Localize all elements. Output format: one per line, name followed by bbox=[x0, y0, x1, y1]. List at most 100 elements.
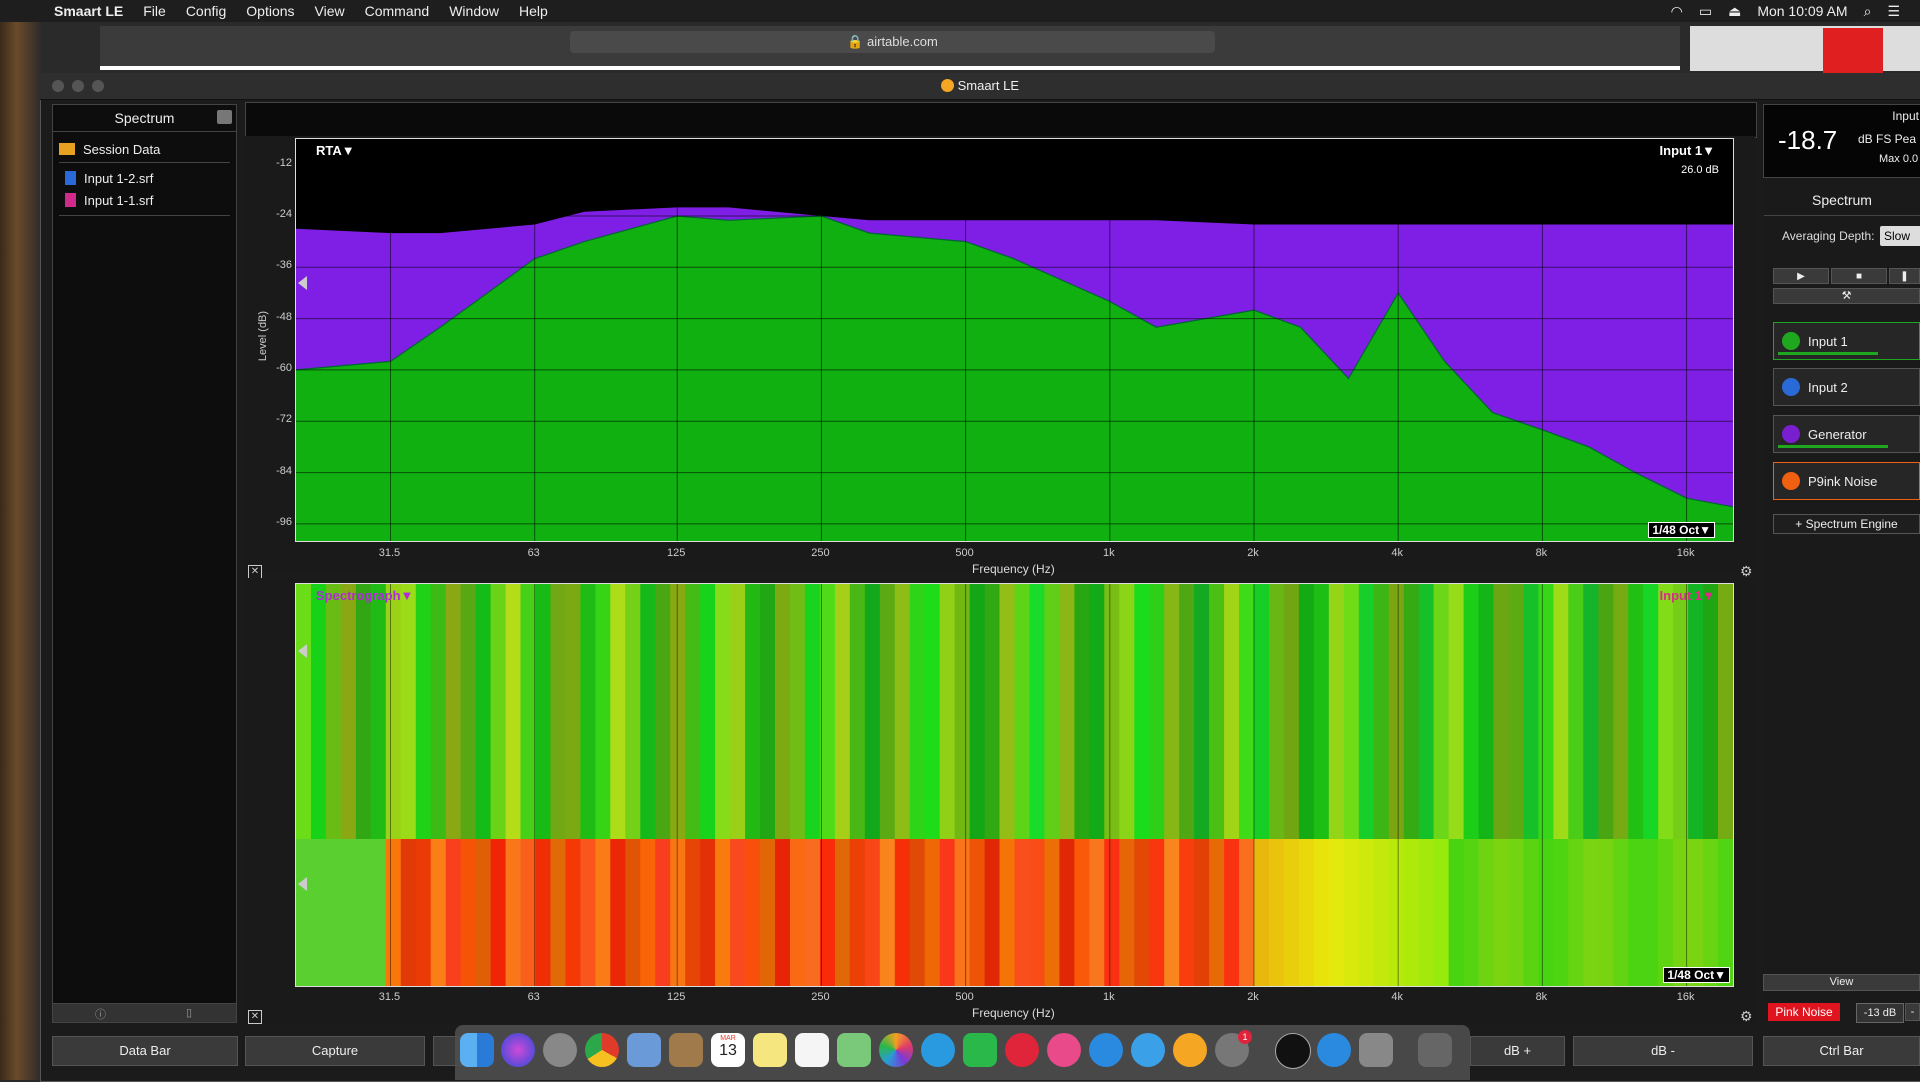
menu-config[interactable]: Config bbox=[186, 3, 226, 19]
eject-icon[interactable]: ⏏ bbox=[1728, 3, 1741, 20]
averaging-depth-select[interactable]: Slow bbox=[1880, 226, 1920, 246]
spectrograph-input-label[interactable]: Input 1▼ bbox=[1660, 588, 1715, 603]
calendar-icon[interactable]: MAR 13 bbox=[711, 1033, 745, 1067]
spectrograph-plot[interactable]: Spectrograph▼ Input 1▼ 1/48 Oct▼ bbox=[295, 583, 1734, 987]
pink-noise-button[interactable]: P9ink Noise bbox=[1773, 462, 1920, 500]
db-minus-button[interactable]: dB - bbox=[1573, 1036, 1753, 1066]
spectrograph-cell-upper bbox=[1448, 584, 1465, 839]
launchpad-icon[interactable] bbox=[543, 1033, 577, 1067]
input-1-button[interactable]: Input 1 bbox=[1773, 322, 1920, 360]
spectrograph-cell-lower bbox=[1224, 839, 1241, 986]
spectrograph-cell-lower bbox=[1134, 839, 1151, 986]
music-icon[interactable] bbox=[1047, 1033, 1081, 1067]
rta-resolution-button[interactable]: 1/48 Oct▼ bbox=[1648, 522, 1715, 538]
menu-window[interactable]: Window bbox=[449, 3, 499, 19]
reminders-icon[interactable] bbox=[795, 1033, 829, 1067]
facetime-icon[interactable] bbox=[963, 1033, 997, 1067]
spectrograph-x-tick-label: 500 bbox=[955, 991, 974, 1003]
notification-center-icon[interactable]: ☰ bbox=[1887, 3, 1900, 20]
level-meter[interactable]: Input -18.7 dB FS Pea Max 0.0 bbox=[1763, 104, 1920, 178]
rta-x-tick-label: 4k bbox=[1391, 547, 1403, 559]
messages-icon[interactable] bbox=[921, 1033, 955, 1067]
trash-icon[interactable]: ▯ bbox=[186, 1006, 192, 1019]
tools-button[interactable]: ⚒ bbox=[1773, 288, 1920, 304]
menu-file[interactable]: File bbox=[143, 3, 166, 19]
input-2-button[interactable]: Input 2 bbox=[1773, 368, 1920, 406]
finder-icon[interactable] bbox=[460, 1033, 494, 1067]
rta-plot[interactable]: RTA▼ Input 1▼ 26.0 dB 1/48 Oct▼ bbox=[295, 138, 1734, 542]
capture-button[interactable]: Capture bbox=[245, 1036, 425, 1066]
rta-level-handle[interactable] bbox=[298, 276, 307, 290]
sidebar-menu-icon[interactable] bbox=[217, 110, 232, 124]
spectrograph-cell-lower bbox=[1149, 839, 1166, 986]
notes-icon[interactable] bbox=[753, 1033, 787, 1067]
spectrograph-lower-handle[interactable] bbox=[298, 877, 307, 891]
spectrograph-cell-lower bbox=[924, 839, 941, 986]
play-button[interactable]: ▶ bbox=[1773, 268, 1829, 284]
wifi-utility-icon[interactable] bbox=[1317, 1033, 1351, 1067]
menu-command[interactable]: Command bbox=[365, 3, 430, 19]
photos-icon[interactable] bbox=[879, 1033, 913, 1067]
close-window-button[interactable] bbox=[52, 80, 64, 92]
ctrl-bar-button[interactable]: Ctrl Bar bbox=[1763, 1036, 1920, 1066]
siri-icon[interactable] bbox=[501, 1033, 535, 1067]
app-store-icon[interactable] bbox=[1089, 1033, 1123, 1067]
system-preferences-icon[interactable]: 1 bbox=[1215, 1030, 1252, 1067]
maps-icon[interactable] bbox=[837, 1033, 871, 1067]
spectrograph-resolution-button[interactable]: 1/48 Oct▼ bbox=[1663, 967, 1730, 983]
info-icon[interactable]: ⓘ bbox=[95, 1006, 106, 1022]
browser-url-bar[interactable]: 🔒 airtable.com bbox=[570, 31, 1215, 53]
background-window-thumbnail bbox=[1690, 26, 1920, 71]
notefile-icon[interactable] bbox=[669, 1033, 703, 1067]
pink-noise-generator-button[interactable]: Pink Noise bbox=[1768, 1003, 1840, 1021]
generator-level-field[interactable]: -13 dB bbox=[1856, 1003, 1904, 1023]
preview-icon[interactable] bbox=[627, 1033, 661, 1067]
safari-icon[interactable] bbox=[1131, 1033, 1165, 1067]
airplay-icon[interactable]: ▭ bbox=[1699, 3, 1712, 20]
rta-x-tick-label: 31.5 bbox=[378, 547, 401, 559]
spectrograph-cell-upper bbox=[415, 584, 432, 839]
spotlight-search-icon[interactable]: ⌕ bbox=[1864, 3, 1872, 20]
rta-chart-svg bbox=[296, 139, 1733, 541]
spectrograph-cell-lower bbox=[445, 839, 462, 986]
chrome-icon[interactable] bbox=[585, 1033, 619, 1067]
menubar-clock[interactable]: Mon 10:09 AM bbox=[1757, 3, 1847, 19]
menu-help[interactable]: Help bbox=[519, 3, 548, 19]
trash-icon[interactable] bbox=[1418, 1033, 1452, 1067]
file-item[interactable]: Input 1-2.srf bbox=[53, 167, 236, 189]
data-bar-button[interactable]: Data Bar bbox=[52, 1036, 238, 1066]
zoom-window-button[interactable] bbox=[92, 80, 104, 92]
add-spectrum-engine-button[interactable]: + Spectrum Engine bbox=[1773, 514, 1920, 534]
db-plus-button[interactable]: dB + bbox=[1470, 1036, 1565, 1066]
spectrograph-settings-gear-icon[interactable]: ⚙ bbox=[1740, 1008, 1753, 1025]
spectrograph-cell-lower bbox=[1583, 839, 1600, 986]
spectrograph-cell-upper bbox=[550, 584, 567, 839]
image-capture-icon[interactable] bbox=[1359, 1033, 1393, 1067]
stop-button[interactable]: ■ bbox=[1831, 268, 1887, 284]
sidebar-footer: ⓘ ▯ bbox=[52, 1003, 237, 1023]
menu-options[interactable]: Options bbox=[246, 3, 294, 19]
spectrograph-cell-lower bbox=[550, 839, 567, 986]
pause-button[interactable]: ❚ bbox=[1889, 268, 1920, 284]
wifi-icon[interactable]: ◠ bbox=[1671, 3, 1683, 20]
rta-type-label[interactable]: RTA▼ bbox=[316, 143, 355, 158]
smaart-le-icon[interactable] bbox=[1173, 1033, 1207, 1067]
spectrograph-close-icon[interactable]: ✕ bbox=[248, 1010, 262, 1024]
menu-view[interactable]: View bbox=[315, 3, 345, 19]
session-data-folder[interactable]: Session Data bbox=[53, 138, 236, 160]
medium-icon[interactable] bbox=[1275, 1033, 1311, 1069]
minimize-window-button[interactable] bbox=[72, 80, 84, 92]
rta-close-icon[interactable]: ✕ bbox=[248, 565, 262, 579]
spectrograph-upper-handle[interactable] bbox=[298, 644, 307, 658]
generator-level-stepper[interactable]: - bbox=[1905, 1003, 1920, 1021]
file-item[interactable]: Input 1-1.srf bbox=[53, 189, 236, 211]
rta-input-label[interactable]: Input 1▼ bbox=[1660, 143, 1715, 158]
news-icon[interactable] bbox=[1005, 1033, 1039, 1067]
spectrograph-cell-lower bbox=[984, 839, 1001, 986]
spectrograph-cell-lower bbox=[1283, 839, 1300, 986]
spectrograph-cell-upper bbox=[430, 584, 447, 839]
menu-app-name[interactable]: Smaart LE bbox=[54, 3, 123, 19]
view-button[interactable]: View bbox=[1763, 974, 1920, 991]
generator-button[interactable]: Generator bbox=[1773, 415, 1920, 453]
spectrograph-type-label[interactable]: Spectrograph▼ bbox=[316, 588, 413, 603]
